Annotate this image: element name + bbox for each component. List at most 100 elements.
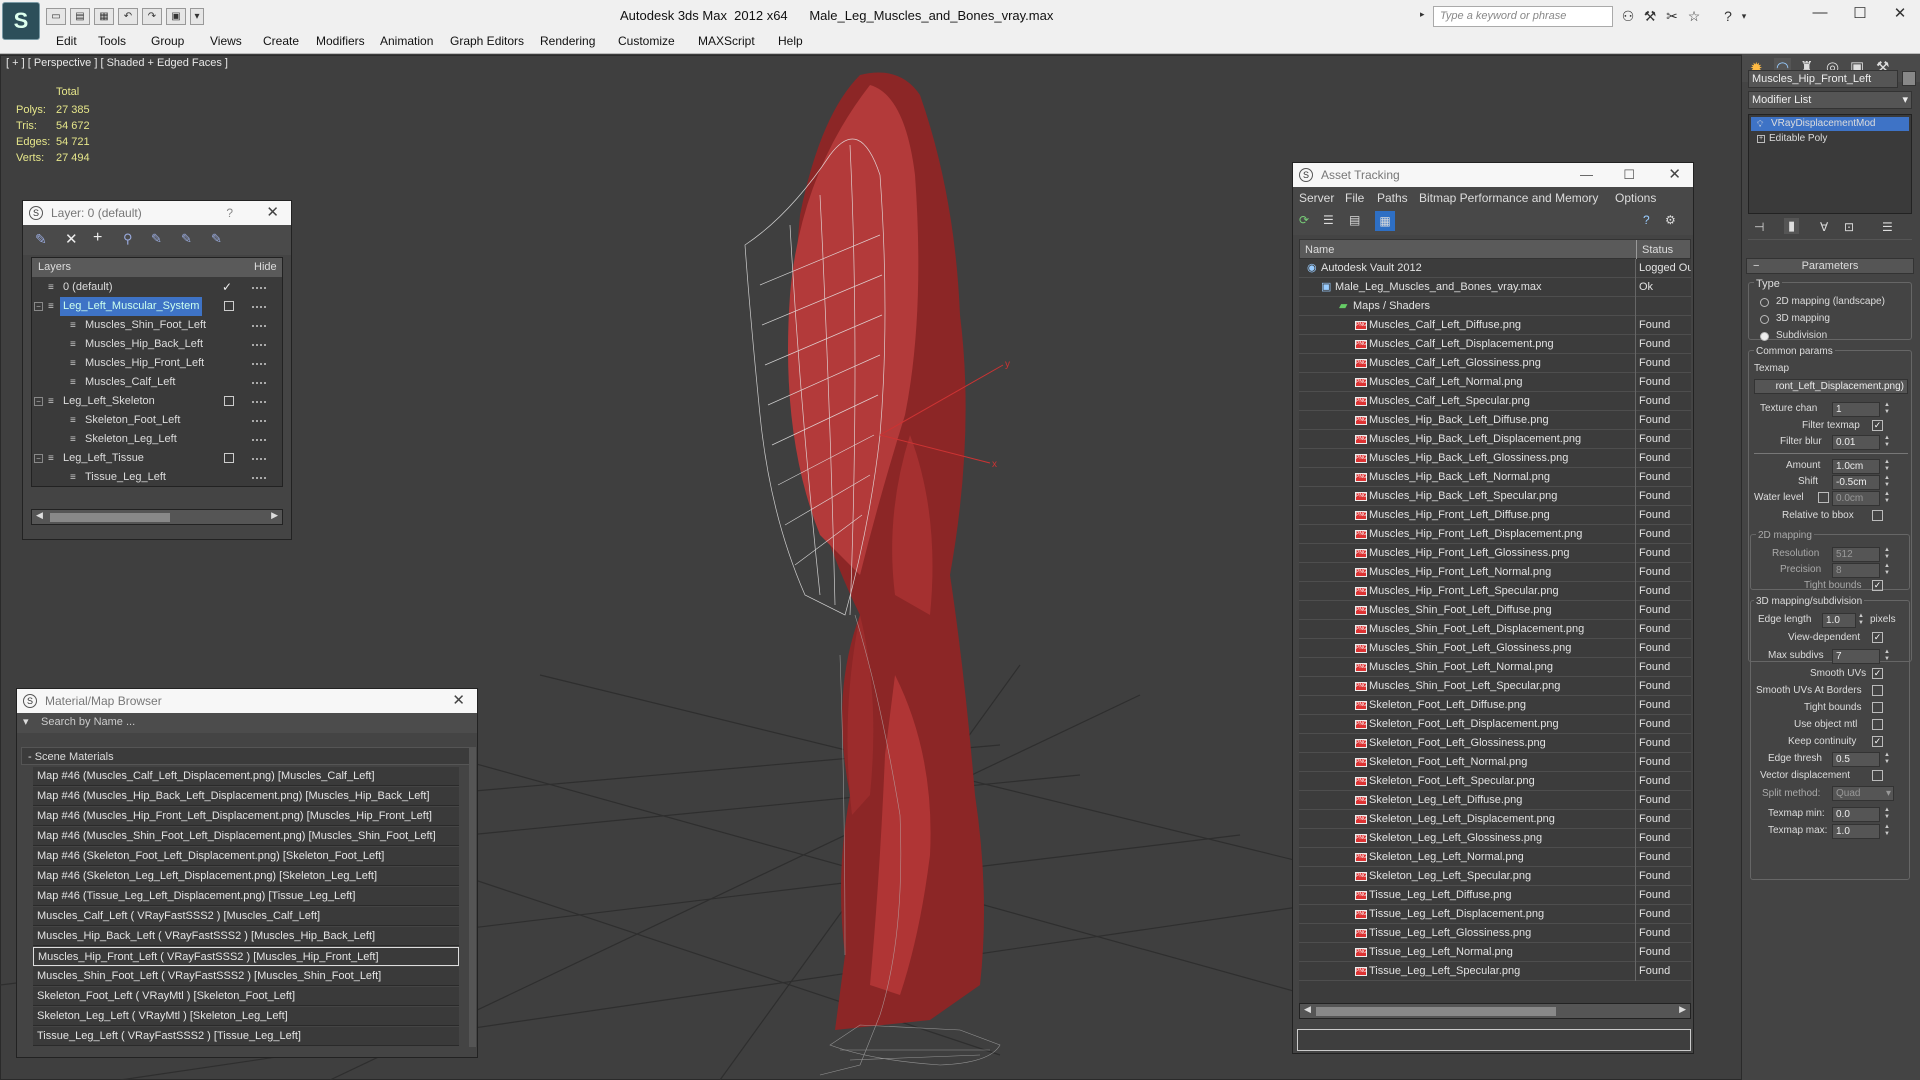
refresh-icon[interactable]: ⟳ [1299,213,1315,229]
collapse-icon[interactable]: − [34,397,43,406]
amount-field[interactable]: 1.0cm [1832,459,1880,474]
pin-stack-icon[interactable]: ⊣ [1754,220,1764,234]
asset-menu-server[interactable]: Server [1299,187,1334,209]
hide-toggle[interactable] [252,287,266,289]
stack-item-editable-poly[interactable]: + Editable Poly [1751,132,1909,146]
collapse-icon[interactable]: − [34,454,43,463]
hide-toggle[interactable] [252,344,266,346]
menu-views[interactable]: Views [210,34,242,48]
material-search-input[interactable]: Search by Name ... [41,716,135,728]
configure-sets-icon[interactable]: ☰ [1882,220,1893,234]
material-list-item[interactable]: Muscles_Calf_Left ( VRayFastSSS2 ) [Musc… [33,907,459,926]
amount-spinner[interactable]: ▲ ▼ [1884,459,1892,474]
asset-row[interactable]: PNG Muscles_Shin_Foot_Left_Glossiness.png… [1299,639,1691,658]
layer-row[interactable]: − ≡ Leg_Left_Tissue [32,449,282,468]
texture-chan-field[interactable]: 1 [1832,402,1880,417]
keep-continuity-checkbox[interactable]: ✓ [1872,736,1883,747]
asset-close-icon[interactable]: ✕ [1668,163,1681,187]
material-list-item[interactable]: Map #46 (Muscles_Hip_Back_Left_Displacem… [33,787,459,806]
radio-3d-mapping[interactable] [1760,315,1769,324]
vector-displacement-checkbox[interactable] [1872,770,1883,781]
scroll-left-icon[interactable]: ◀ [36,510,43,521]
use-object-mtl-checkbox[interactable] [1872,719,1883,730]
water-level-checkbox[interactable] [1818,492,1829,503]
layer-row[interactable]: ≡ Muscles_Hip_Back_Left [32,335,282,354]
expand-icon[interactable]: + [1757,135,1765,143]
filter-blur-field[interactable]: 0.01 [1832,435,1880,450]
layer-row[interactable]: − ≡ Leg_Left_Muscular_System [32,297,282,316]
material-list-item[interactable]: Map #46 (Skeleton_Foot_Left_Displacement… [33,847,459,866]
material-list-item[interactable]: Map #46 (Muscles_Calf_Left_Displacement.… [33,767,459,786]
remove-modifier-icon[interactable]: ⊡ [1844,220,1854,234]
project-folder-icon[interactable]: ▣ [166,8,186,25]
asset-row[interactable]: PNG Tissue_Leg_Left_Specular.png Found [1299,962,1691,981]
table-view-icon[interactable]: ▦ [1375,211,1395,231]
material-browser-titlebar[interactable]: S Material/Map Browser ✕ [17,689,477,713]
stack-item-vraydisplacementmod[interactable]: 💡︎ VRayDisplacementMod [1751,117,1909,131]
precision-field[interactable]: 8 [1832,563,1880,578]
asset-maximize-button[interactable]: ☐ [1623,163,1635,187]
select-objects-icon[interactable]: ⚲ [123,231,133,247]
asset-row[interactable]: PNG Skeleton_Foot_Left_Diffuse.png Found [1299,696,1691,715]
max-subdivs-field[interactable]: 7 [1832,649,1880,664]
material-list-item[interactable]: Map #46 (Skeleton_Leg_Left_Displacement.… [33,867,459,886]
object-name-field[interactable]: Muscles_Hip_Front_Left [1748,70,1898,88]
asset-row[interactable]: PNG Muscles_Calf_Left_Diffuse.png Found [1299,316,1691,335]
redo-icon[interactable]: ↷ [142,8,162,25]
menu-tools[interactable]: Tools [98,34,126,48]
tight-bounds-2d-checkbox[interactable]: ✓ [1872,580,1883,591]
freeze-all-layers-icon[interactable]: ✎ [211,231,222,247]
asset-help-icon[interactable]: ? [1643,213,1650,227]
asset-scroll-left-icon[interactable]: ◀ [1304,1004,1311,1015]
asset-row[interactable]: PNG Skeleton_Leg_Left_Normal.png Found [1299,848,1691,867]
maximize-button[interactable]: ☐ [1840,4,1880,26]
resolution-spinner[interactable]: ▲ ▼ [1884,547,1892,562]
make-unique-icon[interactable]: ∀ [1820,220,1828,234]
shift-spinner[interactable]: ▲ ▼ [1884,475,1892,490]
asset-row[interactable]: PNG Muscles_Hip_Back_Left_Specular.png Fou… [1299,487,1691,506]
asset-row[interactable]: PNG Muscles_Shin_Foot_Left_Diffuse.png Fou… [1299,601,1691,620]
asset-row[interactable]: PNG Muscles_Hip_Back_Left_Diffuse.png Foun… [1299,411,1691,430]
asset-row[interactable]: PNG Muscles_Shin_Foot_Left_Specular.png Fo… [1299,677,1691,696]
minimize-button[interactable]: — [1800,4,1840,26]
menu-animation[interactable]: Animation [380,34,433,48]
texmap-min-field[interactable]: 0.0 [1832,807,1880,822]
active-layer-checkbox[interactable] [224,301,234,311]
layer-row[interactable]: ≡ Muscles_Shin_Foot_Left [32,316,282,335]
asset-row[interactable]: PNG Muscles_Hip_Front_Left_Specular.png Fo… [1299,582,1691,601]
material-list-item[interactable]: Map #46 (Muscles_Hip_Front_Left_Displace… [33,807,459,826]
hide-toggle[interactable] [252,439,266,441]
asset-tracking-titlebar[interactable]: S Asset Tracking — ☐ ✕ [1293,163,1693,187]
asset-path-field[interactable] [1297,1029,1691,1051]
layer-panel-close-icon[interactable]: ✕ [266,201,279,225]
menu-modifiers[interactable]: Modifiers [316,34,365,48]
relative-bbox-checkbox[interactable] [1872,510,1883,521]
menu-graph-editors[interactable]: Graph Editors [450,34,524,48]
radio-2d-mapping-landscape[interactable] [1760,298,1769,307]
layer-row[interactable]: ≡ Skeleton_Leg_Left [32,430,282,449]
hide-toggle[interactable] [252,420,266,422]
edge-thresh-field[interactable]: 0.5 [1832,752,1880,767]
texmap-button[interactable]: ront_Left_Displacement.png) [1754,379,1908,394]
scene-materials-group[interactable]: - Scene Materials [21,747,471,765]
asset-row[interactable]: PNG Tissue_Leg_Left_Glossiness.png Found [1299,924,1691,943]
texmap-max-field[interactable]: 1.0 [1832,824,1880,839]
help-icon[interactable]: ? [1718,7,1738,26]
split-method-dropdown[interactable]: Quad ▾ [1832,786,1894,801]
parameters-rollout-header[interactable]: − Parameters [1746,258,1914,274]
resolution-field[interactable]: 512 [1832,547,1880,562]
layer-row[interactable]: ≡ Muscles_Calf_Left [32,373,282,392]
asset-scroll-right-icon[interactable]: ▶ [1679,1004,1686,1015]
scroll-thumb[interactable] [50,513,170,522]
precision-spinner[interactable]: ▲ ▼ [1884,563,1892,578]
asset-row[interactable]: ◉ Autodesk Vault 2012 Logged Out [1299,259,1691,278]
filter-blur-spinner[interactable]: ▲ ▼ [1884,435,1892,450]
highlight-layer-icon[interactable]: ✎ [151,231,162,247]
menu-create[interactable]: Create [263,34,299,48]
layer-help-button[interactable]: ? [226,201,233,225]
edge-thresh-spinner[interactable]: ▲ ▼ [1884,752,1892,767]
texture-chan-spinner[interactable]: ▲ ▼ [1884,402,1892,417]
close-button[interactable]: ✕ [1880,4,1920,26]
hide-toggle[interactable] [252,458,266,460]
list-view-icon[interactable]: ☰ [1323,213,1339,229]
